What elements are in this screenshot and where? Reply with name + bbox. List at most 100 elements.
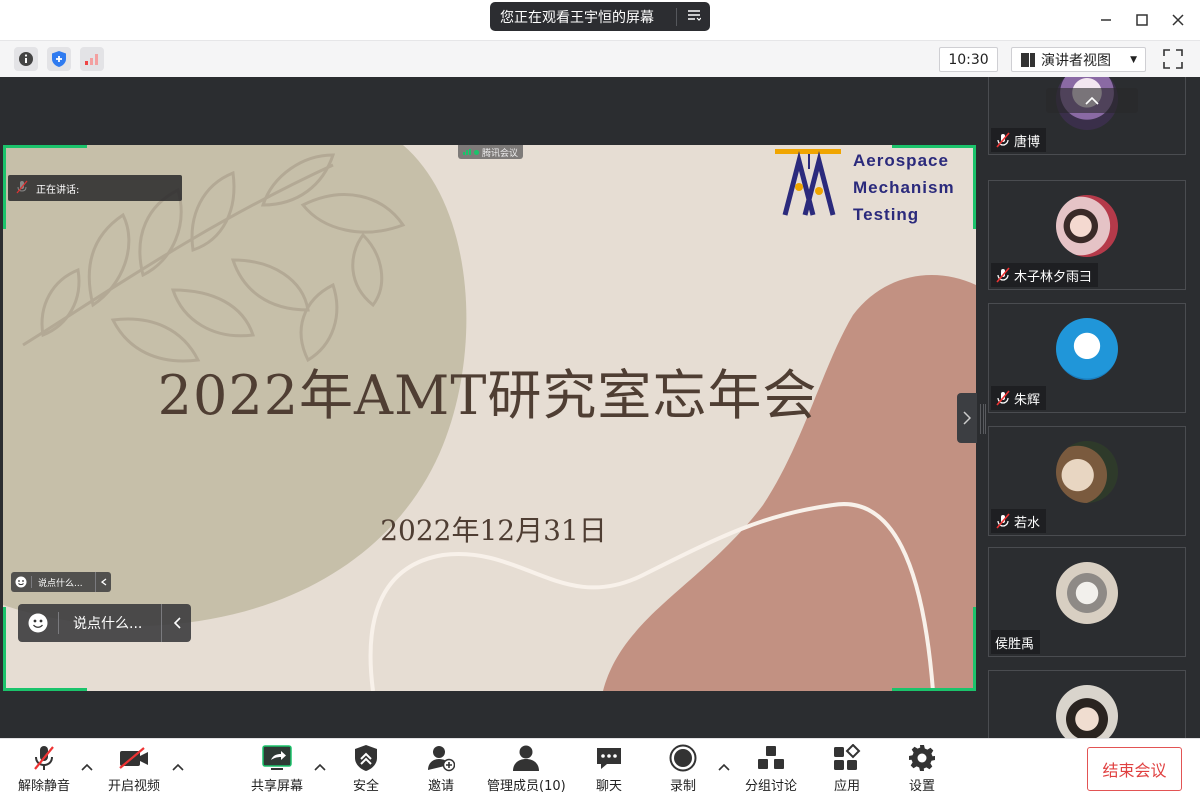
signal-icon[interactable] — [80, 47, 104, 71]
mic-muted-icon — [31, 743, 57, 773]
apps-icon — [833, 743, 861, 773]
mic-muted-icon — [996, 513, 1010, 529]
view-mode-label: 演讲者视图 — [1041, 52, 1111, 69]
speaking-label: 正在讲话: — [36, 184, 80, 196]
manage-members-button[interactable]: 管理成员(10) — [487, 743, 566, 799]
nameplate: 侯胜禹 — [991, 630, 1041, 654]
nameplate: 若水 — [991, 509, 1047, 533]
avatar — [1056, 318, 1118, 380]
start-video-button[interactable]: 开启视频 — [108, 743, 160, 799]
record-label: 录制 — [669, 779, 696, 794]
camera-off-icon — [118, 743, 150, 773]
info-bar: 10:30 演讲者视图 ▼ — [0, 40, 1200, 77]
invite-button[interactable]: 邀请 — [427, 743, 455, 799]
emoji-icon[interactable] — [11, 576, 31, 588]
chevron-right-icon — [963, 411, 971, 425]
chevron-left-icon[interactable] — [95, 572, 111, 592]
chevron-up-icon[interactable] — [312, 759, 328, 775]
gear-icon — [908, 743, 936, 773]
chevron-up-icon[interactable] — [170, 759, 186, 775]
nameplate: 唐博 — [991, 128, 1047, 152]
chat-button[interactable]: 聊天 — [595, 743, 623, 799]
close-icon[interactable] — [1162, 0, 1194, 40]
avatar — [1056, 562, 1118, 624]
title-bar: 您正在观看王宇恒的屏幕 — [0, 0, 1200, 40]
nameplate: 朱辉 — [991, 386, 1047, 410]
participant-name: 木子林夕雨彐 — [1014, 269, 1093, 285]
participant-tile[interactable] — [988, 670, 1186, 738]
start-video-label: 开启视频 — [108, 779, 161, 794]
end-meeting-button[interactable]: 结束会议 — [1087, 747, 1182, 791]
mic-muted-icon — [16, 180, 30, 197]
emoji-icon[interactable] — [18, 613, 58, 633]
mic-muted-icon — [996, 267, 1010, 283]
chevron-left-icon[interactable] — [161, 604, 191, 642]
meeting-timer: 10:30 — [939, 47, 998, 72]
manage-members-label: 管理成员(10) — [487, 779, 566, 794]
chat-label: 聊天 — [595, 779, 622, 794]
nameplate: 木子林夕雨彐 — [991, 263, 1099, 287]
screen-share-banner: 您正在观看王宇恒的屏幕 — [490, 2, 710, 31]
security-shield-icon[interactable] — [47, 47, 71, 71]
info-icon[interactable] — [14, 47, 38, 71]
chevron-down-icon: ▼ — [1130, 54, 1137, 65]
meeting-toolbar: 解除静音 开启视频 共享屏幕 安全 邀请 管理成员(10) 聊天 录制 分组讨论… — [0, 738, 1200, 800]
minimize-icon[interactable] — [1090, 0, 1122, 40]
mic-muted-icon — [996, 132, 1010, 148]
chat-placeholder: 说点什么... — [73, 616, 143, 632]
banner-text: 您正在观看王宇恒的屏幕 — [500, 9, 654, 26]
meeting-tag-text: 腾讯会议 — [482, 148, 519, 159]
banner-menu-icon[interactable] — [677, 9, 710, 25]
settings-button[interactable]: 设置 — [908, 743, 936, 799]
view-mode-select[interactable]: 演讲者视图 ▼ — [1011, 47, 1146, 72]
chat-icon — [595, 743, 623, 773]
breakout-icon — [757, 743, 785, 773]
share-frame-corner-tr — [892, 145, 976, 229]
participant-list: 唐博 木子林夕雨彐 朱辉 若水 侯胜禹 — [988, 77, 1186, 738]
participant-name: 若水 — [1014, 515, 1041, 531]
participant-name: 朱辉 — [1014, 392, 1041, 408]
participant-tile[interactable]: 若水 — [988, 426, 1186, 536]
apps-label: 应用 — [833, 779, 860, 794]
unmute-button[interactable]: 解除静音 — [18, 743, 70, 799]
security-label: 安全 — [353, 779, 380, 794]
scroll-up-button[interactable] — [1046, 88, 1138, 113]
fullscreen-icon[interactable] — [1160, 47, 1186, 71]
avatar — [1056, 685, 1118, 738]
chevron-up-icon[interactable] — [79, 759, 95, 775]
unmute-label: 解除静音 — [18, 779, 71, 794]
record-icon — [669, 743, 697, 773]
layout-icon — [1021, 52, 1035, 67]
share-screen-icon — [262, 743, 292, 773]
shield-icon — [354, 743, 378, 773]
breakout-rooms-button[interactable]: 分组讨论 — [745, 743, 797, 799]
chat-placeholder-mini: 说点什么... — [38, 578, 83, 589]
participant-name: 侯胜禹 — [995, 636, 1035, 652]
avatar — [1056, 195, 1118, 257]
participant-name: 唐博 — [1014, 134, 1041, 150]
avatar — [1056, 441, 1118, 503]
resize-handle[interactable] — [980, 404, 987, 434]
shared-screen-area: Aerospace Mechanism Testing 2022年AMT研究室忘… — [3, 77, 976, 738]
members-icon — [511, 743, 541, 773]
collapse-sidebar-button[interactable] — [957, 393, 977, 443]
share-screen-label: 共享屏幕 — [251, 779, 304, 794]
invite-label: 邀请 — [427, 779, 454, 794]
slide-date: 2022年12月31日 — [380, 514, 607, 547]
record-button[interactable]: 录制 — [669, 743, 697, 799]
chevron-up-icon — [1085, 96, 1099, 105]
breakout-rooms-label: 分组讨论 — [745, 779, 798, 794]
share-screen-button[interactable]: 共享屏幕 — [251, 743, 303, 799]
chevron-up-icon[interactable] — [716, 759, 732, 775]
share-frame-corner-br — [892, 607, 976, 691]
apps-button[interactable]: 应用 — [833, 743, 861, 799]
chat-input-mini[interactable]: 说点什么... — [11, 572, 111, 592]
chat-input[interactable]: 说点什么... — [18, 604, 191, 642]
slide-title: 2022年AMT研究室忘年会 — [157, 364, 818, 427]
participant-tile[interactable]: 朱辉 — [988, 303, 1186, 413]
maximize-icon[interactable] — [1126, 0, 1158, 40]
participant-tile[interactable]: 侯胜禹 — [988, 547, 1186, 657]
security-button[interactable]: 安全 — [353, 743, 379, 799]
add-user-icon — [427, 743, 455, 773]
participant-tile[interactable]: 木子林夕雨彐 — [988, 180, 1186, 290]
